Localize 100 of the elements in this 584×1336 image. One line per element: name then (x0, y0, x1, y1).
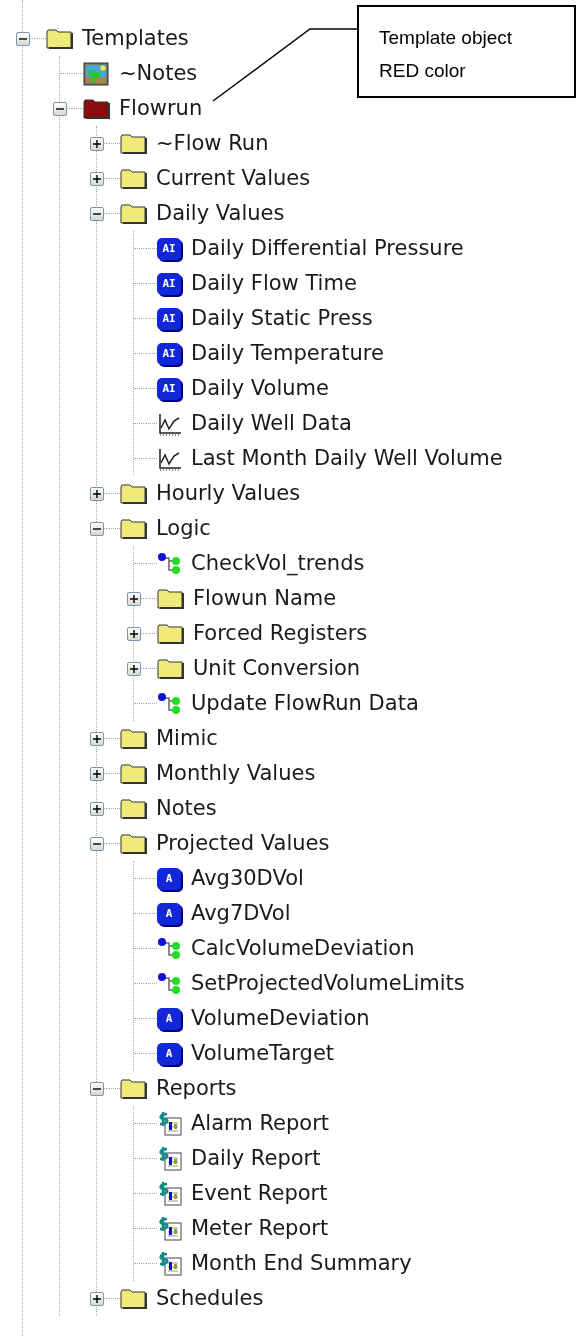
expand-toggle[interactable] (90, 801, 104, 816)
plus-icon (93, 734, 101, 743)
folder-icon (120, 762, 148, 785)
collapse-toggle[interactable] (90, 521, 104, 536)
flow-nodes-icon (157, 691, 183, 716)
tree-item-label[interactable]: Daily Static Press (191, 308, 373, 329)
folder-icon (157, 657, 185, 680)
tree-item-label[interactable]: Logic (156, 518, 211, 539)
tree-item-label[interactable]: Hourly Values (156, 483, 301, 504)
folder-icon (120, 1077, 148, 1100)
report-document-icon (157, 1181, 183, 1206)
expand-toggle[interactable] (90, 1291, 104, 1306)
line-chart-icon (157, 411, 183, 436)
tree-item-label[interactable]: Last Month Daily Well Volume (191, 448, 503, 469)
tree-item-label[interactable]: Flowun Name (193, 588, 337, 609)
cactus-picture-icon (83, 61, 111, 86)
folder-icon (120, 1287, 148, 1310)
badge-icon: AI (157, 377, 181, 400)
tree-item-label[interactable]: Forced Registers (193, 623, 368, 644)
tree-item-label[interactable]: Notes (156, 798, 217, 819)
report-document-icon (157, 1146, 183, 1171)
badge-icon: A (157, 1042, 181, 1065)
expand-toggle[interactable] (90, 136, 104, 151)
report-document-icon (157, 1216, 183, 1241)
tree-item-label[interactable]: Avg30DVol (191, 868, 304, 889)
expand-toggle[interactable] (90, 766, 104, 781)
tree-item-label[interactable]: Daily Differential Pressure (191, 238, 464, 259)
collapse-toggle[interactable] (90, 206, 104, 221)
tree-item-label[interactable]: Daily Volume (191, 378, 329, 399)
tree-item-label[interactable]: Current Values (156, 168, 311, 189)
badge-icon: A (157, 867, 181, 890)
callout-text: RED color (379, 59, 467, 83)
plus-icon (93, 804, 101, 813)
tree-item-label[interactable]: Unit Conversion (193, 658, 361, 679)
tree-item-label[interactable]: Monthly Values (156, 763, 316, 784)
flow-nodes-icon (157, 551, 183, 576)
folder-icon (157, 587, 185, 610)
expand-toggle[interactable] (90, 731, 104, 746)
tree-item-label[interactable]: Alarm Report (191, 1113, 330, 1134)
flow-nodes-icon (157, 936, 183, 961)
tree-item-label[interactable]: Daily Well Data (191, 413, 352, 434)
line-chart-icon (157, 446, 183, 471)
callout-text: Template object (379, 26, 514, 50)
tree-item-label[interactable]: Daily Report (191, 1148, 321, 1169)
badge-icon: AI (157, 272, 181, 295)
expand-toggle[interactable] (127, 626, 141, 641)
collapse-toggle[interactable] (16, 31, 30, 46)
folder-icon (157, 622, 185, 645)
tree-item-label[interactable]: Projected Values (156, 833, 330, 854)
tree-item-label[interactable]: Templates (82, 28, 189, 49)
folder-icon (120, 132, 148, 155)
tree-item-label[interactable]: Daily Flow Time (191, 273, 357, 294)
plus-icon (130, 629, 138, 638)
plus-icon (93, 139, 101, 148)
tree-item-label[interactable]: VolumeDeviation (191, 1008, 370, 1029)
expand-toggle[interactable] (90, 486, 104, 501)
expand-toggle[interactable] (127, 661, 141, 676)
badge-icon: A (157, 1007, 181, 1030)
badge-icon: AI (157, 237, 181, 260)
tree-item-label[interactable]: Update FlowRun Data (191, 693, 419, 714)
collapse-toggle[interactable] (90, 1081, 104, 1096)
tree-item-label[interactable]: Month End Summary (191, 1253, 412, 1274)
plus-icon (93, 769, 101, 778)
tree-item-label[interactable]: Event Report (191, 1183, 328, 1204)
folder-icon (120, 797, 148, 820)
tree-item-label[interactable]: VolumeTarget (191, 1043, 335, 1064)
plus-icon (93, 1294, 101, 1303)
report-document-icon (157, 1111, 183, 1136)
folder-icon (120, 202, 148, 225)
tree-item-label[interactable]: Mimic (156, 728, 218, 749)
badge-icon: AI (157, 307, 181, 330)
collapse-toggle[interactable] (90, 836, 104, 851)
tree-item-label[interactable]: SetProjectedVolumeLimits (191, 973, 465, 994)
badge-icon: AI (157, 342, 181, 365)
tree-item-label[interactable]: ~Notes (119, 63, 198, 84)
tree-item-label[interactable]: Avg7DVol (191, 903, 291, 924)
folder-icon (120, 482, 148, 505)
tree-item-label[interactable]: Reports (156, 1078, 237, 1099)
plus-icon (130, 664, 138, 673)
folder-icon (120, 832, 148, 855)
tree-item-label[interactable]: Schedules (156, 1288, 264, 1309)
tree-item-label[interactable]: Meter Report (191, 1218, 329, 1239)
folder-icon (120, 727, 148, 750)
plus-icon (93, 174, 101, 183)
plus-icon (130, 594, 138, 603)
expand-toggle[interactable] (127, 591, 141, 606)
tree-item-label[interactable]: CalcVolumeDeviation (191, 938, 415, 959)
flow-nodes-icon (157, 971, 183, 996)
folder-icon (120, 167, 148, 190)
folder-icon (83, 97, 111, 120)
tree-item-label[interactable]: Daily Temperature (191, 343, 384, 364)
collapse-toggle[interactable] (53, 101, 67, 116)
report-document-icon (157, 1251, 183, 1276)
plus-icon (93, 489, 101, 498)
tree-item-label[interactable]: ~Flow Run (156, 133, 269, 154)
tree-item-label[interactable]: Daily Values (156, 203, 285, 224)
tree-item-label[interactable]: CheckVol_trends (191, 553, 365, 574)
folder-icon (120, 517, 148, 540)
expand-toggle[interactable] (90, 171, 104, 186)
tree-item-label[interactable]: Flowrun (119, 98, 203, 119)
